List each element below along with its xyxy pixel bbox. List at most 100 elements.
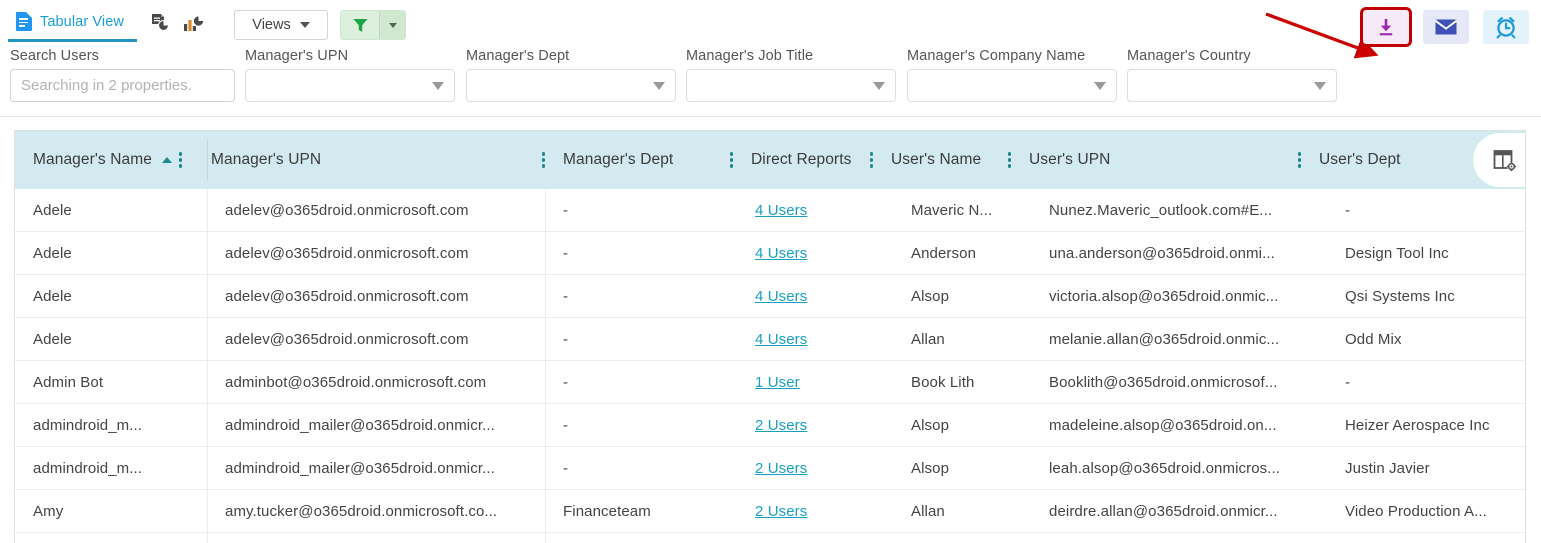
column-header-managers-name[interactable]: Manager's Name: [15, 131, 193, 189]
cell-managers-upn: adelev@o365droid.onmicrosoft.com: [225, 244, 469, 262]
filter-managers-country: Manager's Country: [1127, 48, 1337, 102]
cell-managers-name: admindroid_m...: [33, 416, 143, 434]
direct-reports-link[interactable]: 2 Users: [755, 417, 807, 434]
cell-users-dept: Video Production A...: [1345, 502, 1487, 520]
cell-managers-upn: adelev@o365droid.onmicrosoft.com: [225, 287, 469, 305]
column-header-users-upn[interactable]: User's UPN: [1011, 131, 1301, 189]
direct-reports-link[interactable]: 2 Users: [755, 460, 807, 477]
cell-managers-dept: -: [563, 373, 569, 391]
cell-users-dept: Odd Mix: [1345, 330, 1402, 348]
cell-direct-reports[interactable]: 4 Users: [737, 318, 893, 361]
views-button[interactable]: Views: [234, 10, 328, 40]
cell-direct-reports[interactable]: 1 User: [737, 361, 893, 404]
cell-direct-reports[interactable]: 2 Users: [737, 447, 893, 490]
cell-managers-upn: adminbot@o365droid.onmicrosoft.com: [225, 373, 487, 391]
cell-direct-reports[interactable]: 4 Users: [737, 275, 893, 318]
search-users-field: Search Users Searching in 2 properties.: [10, 48, 235, 102]
bar-pie-chart-icon[interactable]: [177, 6, 211, 40]
chevron-down-icon: [299, 22, 310, 28]
column-menu-icon[interactable]: [178, 152, 183, 168]
table-row[interactable]: Adele adelev@o365droid.onmicrosoft.com -…: [15, 275, 1525, 318]
document-chart-icon[interactable]: [143, 6, 177, 40]
views-button-label: Views: [252, 17, 291, 33]
filter-managers-job-title: Manager's Job Title: [686, 48, 896, 102]
filter-managers-company-name-select[interactable]: [907, 69, 1117, 102]
email-button[interactable]: [1423, 10, 1469, 44]
column-header-label: Direct Reports: [751, 151, 852, 168]
filter-managers-dept-select[interactable]: [466, 69, 676, 102]
direct-reports-link[interactable]: 4 Users: [755, 245, 807, 262]
direct-reports-link[interactable]: 4 Users: [755, 202, 807, 219]
cell-direct-reports[interactable]: 2 Users: [737, 404, 893, 447]
cell-users-upn: deirdre.allan@o365droid.onmicr...: [1049, 502, 1278, 520]
cell-users-upn: una.anderson@o365droid.onmi...: [1049, 244, 1275, 262]
cell-managers-upn: adelev@o365droid.onmicrosoft.com: [225, 201, 469, 219]
cell-users-dept: Qsi Systems Inc: [1345, 287, 1455, 305]
cell-users-upn: melanie.allan@o365droid.onmic...: [1049, 330, 1280, 348]
cell-users-upn: Booklith@o365droid.onmicrosof...: [1049, 373, 1278, 391]
filter-managers-job-title-select[interactable]: [686, 69, 896, 102]
cell-users-dept: Justin Javier: [1345, 459, 1430, 477]
envelope-icon: [1434, 19, 1458, 35]
filter-managers-job-title-label: Manager's Job Title: [686, 48, 814, 64]
filter-dropdown-button[interactable]: [379, 11, 405, 39]
cell-users-upn: madeleine.alsop@o365droid.on...: [1049, 416, 1277, 434]
column-header-users-name[interactable]: User's Name: [873, 131, 1011, 189]
direct-reports-link[interactable]: 2 Users: [755, 503, 807, 520]
direct-reports-link[interactable]: 4 Users: [755, 288, 807, 305]
table-header-row: Manager's Name Manager's UPN Manager's D…: [15, 131, 1525, 189]
search-input-placeholder: Searching in 2 properties.: [21, 77, 192, 94]
cell-managers-upn: admindroid_mailer@o365droid.onmicr...: [225, 416, 495, 434]
cell-direct-reports[interactable]: 4 Users: [737, 189, 893, 232]
chevron-down-icon: [1314, 81, 1326, 90]
cell-users-upn: Nunez.Maveric_outlook.com#E...: [1049, 201, 1273, 219]
table-settings-button[interactable]: [1473, 133, 1525, 187]
cell-managers-dept: -: [563, 287, 569, 305]
cell-managers-dept: -: [563, 244, 569, 262]
table-row[interactable]: Adele adelev@o365droid.onmicrosoft.com -…: [15, 232, 1525, 275]
direct-reports-link[interactable]: 1 User: [755, 374, 800, 391]
table-row[interactable]: admindroid_m... admindroid_mailer@o365dr…: [15, 447, 1525, 490]
search-input[interactable]: Searching in 2 properties.: [10, 69, 235, 102]
filter-managers-country-select[interactable]: [1127, 69, 1337, 102]
filter-managers-upn-label: Manager's UPN: [245, 48, 349, 64]
filter-managers-upn-select[interactable]: [245, 69, 455, 102]
filter-managers-country-label: Manager's Country: [1127, 48, 1251, 64]
table-row[interactable]: admindroid_m... admindroid_mailer@o365dr…: [15, 404, 1525, 447]
schedule-button[interactable]: [1483, 10, 1529, 44]
table-row[interactable]: Adele adelev@o365droid.onmicrosoft.com -…: [15, 189, 1525, 232]
table-row[interactable]: Adele adelev@o365droid.onmicrosoft.com -…: [15, 318, 1525, 361]
download-button[interactable]: [1360, 7, 1412, 47]
direct-reports-link[interactable]: 4 Users: [755, 331, 807, 348]
cell-managers-name: Adele: [33, 244, 72, 262]
users-table: Manager's Name Manager's UPN Manager's D…: [14, 130, 1526, 543]
cell-users-name: Anderson: [911, 244, 977, 262]
funnel-icon: [353, 18, 367, 32]
table-row[interactable]: Amy amy.tucker@o365droid.onmicrosoft.co.…: [15, 490, 1525, 533]
cell-users-name: Maveric N...: [911, 201, 993, 219]
tab-tabular-view[interactable]: Tabular View: [8, 4, 137, 42]
cell-users-dept: -: [1345, 373, 1351, 391]
toolbar-action-buttons: [1360, 7, 1529, 47]
cell-direct-reports[interactable]: 4 Users: [737, 232, 893, 275]
sort-ascending-icon: [161, 157, 172, 163]
filter-button[interactable]: [341, 11, 379, 39]
table-row[interactable]: Admin Bot adminbot@o365droid.onmicrosoft…: [15, 361, 1525, 404]
filter-managers-dept: Manager's Dept: [466, 48, 676, 102]
cell-managers-upn: admindroid_mailer@o365droid.onmicr...: [225, 459, 495, 477]
column-header-managers-upn[interactable]: Manager's UPN: [193, 131, 545, 189]
table-row-partial[interactable]: [15, 533, 1525, 543]
chevron-down-icon: [653, 81, 665, 90]
cell-managers-name: Adele: [33, 287, 72, 305]
cell-direct-reports[interactable]: 2 Users: [737, 490, 893, 533]
alarm-clock-icon: [1496, 17, 1516, 39]
cell-managers-name: Adele: [33, 201, 72, 219]
tab-tabular-view-label: Tabular View: [40, 13, 124, 30]
cell-users-upn: leah.alsop@o365droid.onmicros...: [1049, 459, 1281, 477]
document-icon: [16, 12, 32, 31]
column-header-managers-dept[interactable]: Manager's Dept: [545, 131, 733, 189]
cell-users-name: Alsop: [911, 416, 950, 434]
cell-users-name: Allan: [911, 502, 945, 520]
column-header-direct-reports[interactable]: Direct Reports: [733, 131, 873, 189]
filter-managers-company-name: Manager's Company Name: [907, 48, 1117, 102]
